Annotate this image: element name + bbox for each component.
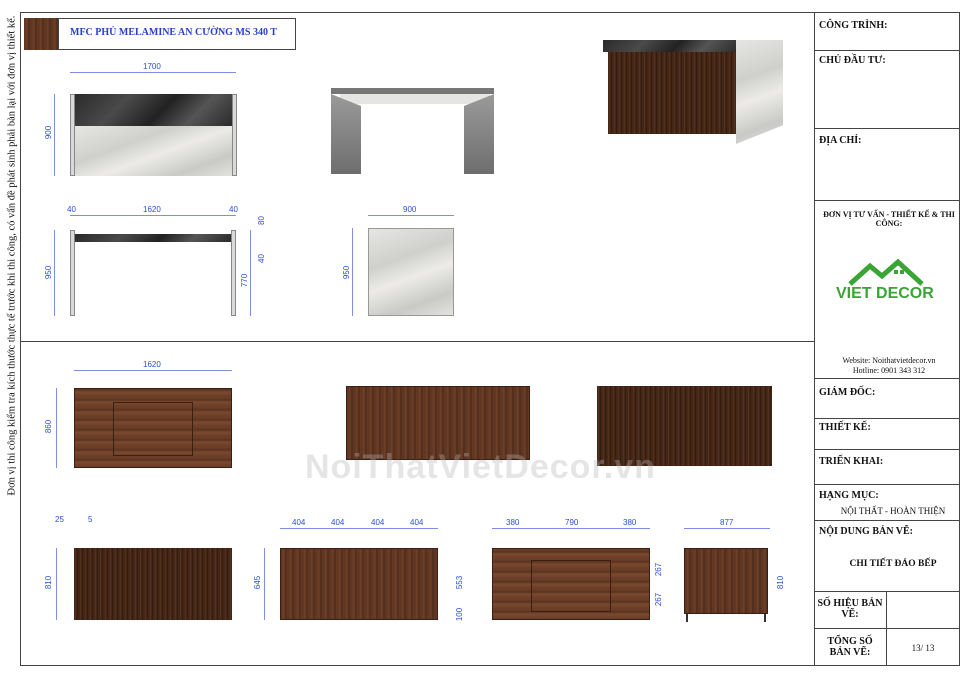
- dim-267a: 267: [654, 562, 664, 577]
- dim-1620b: 1620: [143, 360, 161, 369]
- label-so-hieu: SỐ HIỆU BẢN VẼ:: [817, 598, 883, 620]
- title-block-divider: [814, 12, 815, 666]
- label-trien-khai: TRIỂN KHAI:: [819, 456, 884, 467]
- light-marble-panel: [75, 126, 232, 176]
- tb-divider: [814, 378, 960, 379]
- dim-877: 877: [720, 518, 734, 527]
- dim-5: 5: [88, 515, 93, 524]
- label-chu-dau-tu: CHỦ ĐẦU TƯ:: [819, 55, 886, 66]
- dim-line: [684, 528, 770, 529]
- side-panel: [70, 230, 75, 316]
- tb-divider: [814, 591, 960, 592]
- tb-divider: [814, 449, 960, 450]
- dim-line: [368, 215, 454, 216]
- dim-380b: 380: [623, 518, 637, 527]
- island-3d-top: [603, 40, 736, 52]
- viet-decor-logo-icon: [848, 258, 924, 286]
- label-tong-so: TỔNG SỐ BẢN VẼ:: [827, 636, 873, 658]
- dim-770: 770: [240, 273, 250, 288]
- drawer-inset: [531, 560, 611, 612]
- label-dia-chi: ĐỊA CHỈ:: [819, 135, 862, 146]
- dim-line: [264, 548, 265, 620]
- cabinet-leg: [764, 614, 766, 622]
- drawer-inset: [113, 402, 193, 456]
- tb-divider: [814, 418, 960, 419]
- dim-404c: 404: [371, 518, 385, 527]
- dim-404b: 404: [331, 518, 345, 527]
- perspective-left-leg: [331, 94, 361, 174]
- dim-line: [70, 72, 236, 73]
- marble-square-panel: [368, 228, 454, 316]
- island-3d-front: [608, 52, 736, 134]
- dim-900a: 900: [44, 125, 54, 140]
- dim-860: 860: [44, 419, 54, 434]
- four-door-panel: [280, 548, 438, 620]
- tb-divider: [814, 520, 960, 521]
- dim-line: [250, 230, 251, 316]
- dim-line: [352, 228, 353, 316]
- label-thiet-ke: THIẾT KẾ:: [819, 422, 871, 433]
- tong-so-value: 13/ 13: [911, 643, 935, 653]
- dim-line: [492, 528, 650, 529]
- noi-dung-value: CHI TIẾT ĐẢO BẾP: [849, 559, 937, 569]
- dim-100: 100: [455, 607, 465, 622]
- counter-top: [75, 234, 231, 242]
- cabinet-leg: [686, 614, 688, 622]
- dim-40b: 40: [229, 205, 238, 214]
- dim-line: [74, 370, 232, 371]
- dim-790: 790: [565, 518, 579, 527]
- tb-divider: [814, 200, 960, 201]
- tb-divider: [814, 628, 960, 629]
- hang-muc-value: NỘI THẤT - HOÀN THIỆN: [840, 506, 946, 516]
- dim-645: 645: [253, 575, 263, 590]
- dim-line: [56, 388, 57, 468]
- label-noi-dung: NỘI DUNG BẢN VẼ:: [819, 526, 913, 537]
- tb-divider: [814, 128, 960, 129]
- website: Website: Noithatvietdecor.vn: [842, 356, 936, 365]
- material-swatch: [24, 18, 58, 50]
- dim-25: 25: [55, 515, 64, 524]
- dim-553: 553: [455, 575, 465, 590]
- dim-line: [56, 548, 57, 620]
- dim-1700: 1700: [143, 62, 161, 71]
- dim-404d: 404: [410, 518, 424, 527]
- dark-marble-top: [75, 94, 232, 126]
- dim-810b: 810: [776, 575, 786, 590]
- dim-950b: 950: [342, 265, 352, 280]
- dim-line: [70, 215, 236, 216]
- side-cabinet-panel: [684, 548, 768, 614]
- label-hang-muc: HẠNG MỤC:: [819, 490, 879, 501]
- dim-1620a: 1620: [143, 205, 161, 214]
- dim-line: [54, 230, 55, 316]
- label-don-vi: ĐƠN VỊ TƯ VẤN - THIẾT KẾ & THI CÔNG:: [823, 210, 955, 228]
- dim-line: [54, 94, 55, 176]
- dim-267b: 267: [654, 592, 664, 607]
- dim-900b: 900: [403, 205, 417, 214]
- tb-divider: [814, 484, 960, 485]
- hotline: Hotline: 0901 343 312: [852, 366, 926, 375]
- logo-text: VIET DECOR: [836, 285, 934, 302]
- dim-404a: 404: [292, 518, 306, 527]
- section-divider: [20, 341, 814, 342]
- dim-40c: 40: [256, 254, 266, 263]
- dim-950a: 950: [44, 265, 54, 280]
- slatted-low-panel: [74, 548, 232, 620]
- dim-810a: 810: [44, 575, 54, 590]
- perspective-right-leg: [464, 94, 494, 174]
- side-panel: [232, 94, 237, 176]
- dim-80: 80: [256, 216, 266, 225]
- dim-40a: 40: [67, 205, 76, 214]
- tb-divider: [814, 50, 960, 51]
- side-note: Đơn vị thi công kiểm tra kích thước thực…: [6, 15, 18, 496]
- perspective-underside: [340, 94, 490, 104]
- label-giam-doc: GIÁM ĐỐC:: [819, 387, 876, 398]
- side-panel: [231, 230, 236, 316]
- dim-line: [280, 528, 438, 529]
- label-cong-trinh: CÔNG TRÌNH:: [819, 20, 888, 31]
- watermark: NoiThatVietDecor.vn: [305, 448, 656, 486]
- dim-380a: 380: [506, 518, 520, 527]
- material-label: MFC PHỦ MELAMINE AN CƯỜNG MS 340 T: [70, 27, 277, 38]
